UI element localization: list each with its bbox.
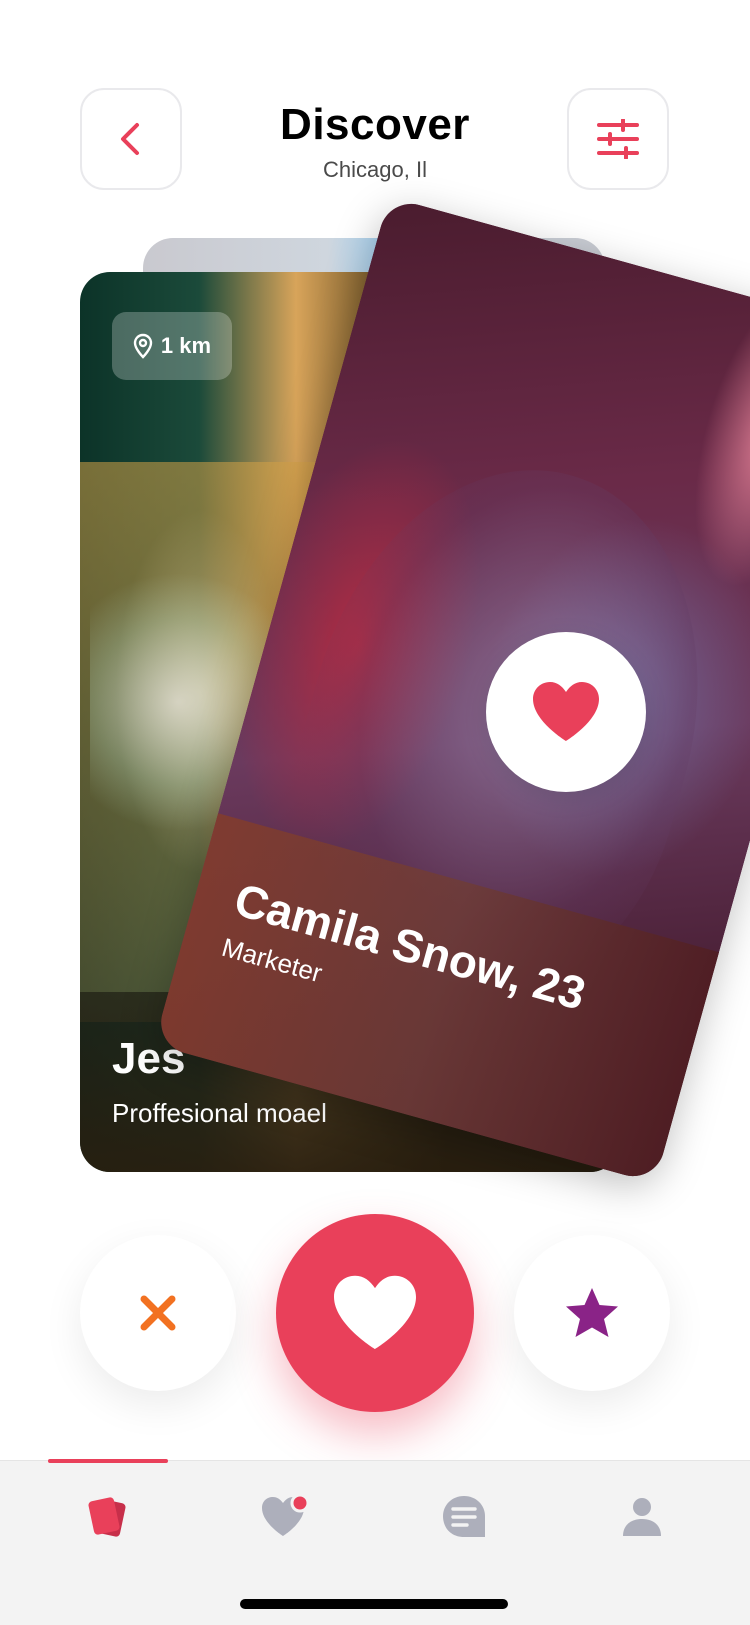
chat-icon	[443, 1496, 485, 1537]
close-icon	[140, 1295, 176, 1331]
filter-sliders-icon	[597, 119, 639, 159]
heart-notification-icon	[262, 1494, 310, 1536]
like-button[interactable]	[276, 1214, 474, 1412]
distance-label: 1 km	[160, 333, 212, 358]
heart-icon	[533, 682, 599, 741]
distance-badge: 1 km	[112, 312, 232, 380]
tab-messages[interactable]	[434, 1487, 494, 1547]
filter-button[interactable]	[567, 88, 669, 190]
tab-profile[interactable]	[612, 1487, 672, 1547]
superlike-button[interactable]	[514, 1235, 670, 1391]
star-icon	[566, 1288, 618, 1337]
cards-icon	[88, 1497, 126, 1537]
tab-matches[interactable]	[255, 1487, 315, 1547]
user-icon	[623, 1498, 661, 1536]
like-stamp	[486, 632, 646, 792]
heart-icon	[334, 1275, 416, 1350]
profile-occupation: Proffesional moael	[112, 1098, 327, 1128]
tab-discover[interactable]	[78, 1487, 138, 1547]
location-pin-icon	[133, 333, 153, 359]
active-tab-indicator	[48, 1459, 168, 1463]
home-indicator	[240, 1599, 508, 1609]
dislike-button[interactable]	[80, 1235, 236, 1391]
tab-bar	[0, 1459, 750, 1625]
